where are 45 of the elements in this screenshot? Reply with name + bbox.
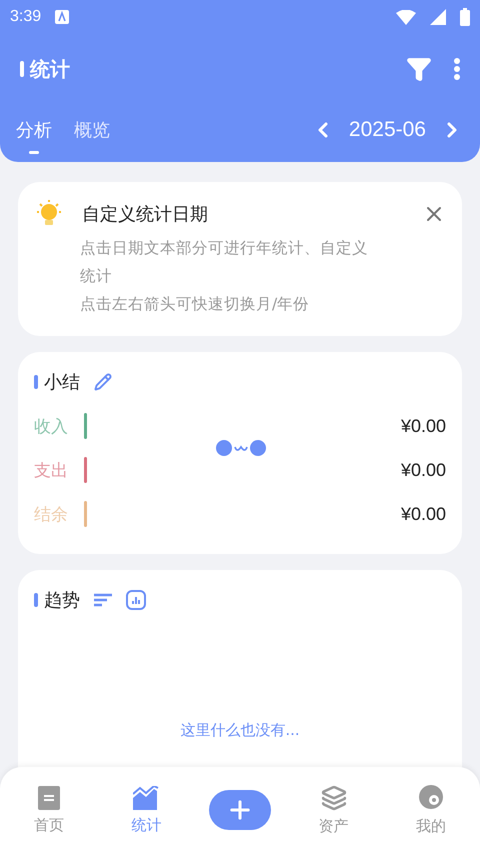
more-button[interactable] xyxy=(454,58,460,80)
filter-icon xyxy=(406,56,432,82)
chart-icon xyxy=(133,786,160,810)
title-marker xyxy=(20,61,24,77)
smiley-icon xyxy=(215,438,267,458)
battery-icon xyxy=(460,8,470,26)
edit-button[interactable] xyxy=(94,373,112,391)
empty-message: 这里什么也没有... xyxy=(180,721,300,739)
layers-icon xyxy=(320,784,347,810)
status-time: 3:39 xyxy=(10,8,42,26)
nav-item[interactable]: 首页 xyxy=(14,786,84,834)
summary-amount: ¥0.00 xyxy=(400,460,446,480)
add-button[interactable] xyxy=(208,790,271,830)
section-marker xyxy=(34,375,38,389)
signal-icon xyxy=(430,9,446,25)
period-label[interactable]: 2025-06 xyxy=(348,118,426,142)
lightbulb-icon xyxy=(36,200,62,228)
page-title: 统计 xyxy=(30,56,71,82)
section-marker xyxy=(34,593,38,607)
summary-label: 支出 xyxy=(34,460,69,482)
tip-title: 自定义统计日期 xyxy=(82,203,209,226)
section-title: 趋势 xyxy=(44,589,80,612)
wifi-icon xyxy=(396,10,416,24)
notification-icon xyxy=(55,10,70,24)
summary-amount: ¥0.00 xyxy=(400,416,446,436)
sort-icon xyxy=(94,593,112,607)
section-title: 小结 xyxy=(44,371,80,394)
document-icon xyxy=(38,786,60,810)
tab[interactable]: 概览 xyxy=(74,118,110,154)
tip-text: 点击左右箭头可快速切换月/年份 xyxy=(80,294,310,315)
nav-item[interactable]: 统计 xyxy=(111,786,182,834)
bar-chart-icon xyxy=(126,590,146,610)
summary-label: 收入 xyxy=(34,416,69,438)
chart-type-button[interactable] xyxy=(126,590,146,610)
summary-amount: ¥0.00 xyxy=(400,504,446,524)
sort-button[interactable] xyxy=(94,593,112,607)
filter-button[interactable] xyxy=(406,56,432,82)
nav-item[interactable]: 我的 xyxy=(396,784,466,836)
summary-label: 结余 xyxy=(34,504,69,526)
tab[interactable]: 分析 xyxy=(16,118,52,154)
user-icon xyxy=(418,784,444,810)
tip-text: 点击日期文本部分可进行年统计、自定义统计 xyxy=(80,238,369,287)
more-icon xyxy=(454,58,460,80)
pencil-icon xyxy=(94,373,112,391)
nav-item[interactable]: 资产 xyxy=(298,784,369,836)
